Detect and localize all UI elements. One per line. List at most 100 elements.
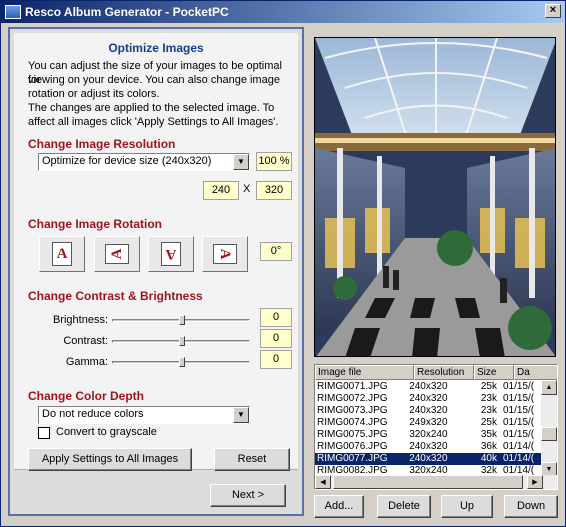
list-cell: RIMG0075.JPG xyxy=(317,429,388,440)
list-cell: 01/15/( xyxy=(503,429,535,440)
list-cell: 240x320 xyxy=(409,405,448,416)
rotate-right-button[interactable]: A xyxy=(202,236,248,272)
scroll-thumb[interactable] xyxy=(541,427,557,441)
up-button[interactable]: Up xyxy=(441,495,493,518)
list-cell: 240x320 xyxy=(409,381,448,392)
list-horizontal-scrollbar[interactable]: ◀ ▶ xyxy=(315,475,557,489)
gamma-slider[interactable] xyxy=(112,357,250,367)
app-window: Resco Album Generator - PocketPC × Optim… xyxy=(0,0,566,527)
width-field[interactable]: 240 xyxy=(203,181,239,200)
list-item[interactable]: RIMG0076.JPG 240x320 36k 01/14/( xyxy=(315,441,543,453)
intro-line: viewing on your device. You can also cha… xyxy=(28,74,280,86)
list-cell: 23k xyxy=(480,405,497,416)
intro-line: rotation or adjust its colors. xyxy=(28,88,160,100)
title-bar[interactable]: Resco Album Generator - PocketPC × xyxy=(1,1,565,23)
mall-photo xyxy=(315,38,555,356)
list-cell: 240x320 xyxy=(409,441,448,452)
contrast-thumb[interactable] xyxy=(179,336,185,346)
down-button[interactable]: Down xyxy=(504,495,558,518)
list-item[interactable]: RIMG0074.JPG 249x320 25k 01/15/( xyxy=(315,417,543,429)
delete-button[interactable]: Delete xyxy=(377,495,431,518)
reset-button[interactable]: Reset xyxy=(214,448,290,471)
gamma-label: Gamma: xyxy=(65,356,108,368)
contrast-title: Change Contrast & Brightness xyxy=(28,289,203,303)
rotate-right-icon: A xyxy=(213,244,237,264)
contrast-slider[interactable] xyxy=(112,336,250,346)
intro-line: The changes are applied to the selected … xyxy=(28,102,275,114)
add-button[interactable]: Add... xyxy=(314,495,364,518)
chevron-down-icon[interactable]: ▼ xyxy=(233,407,249,423)
list-cell: 01/15/( xyxy=(503,417,535,428)
color-depth-value: Do not reduce colors xyxy=(42,408,144,420)
color-depth-title: Change Color Depth xyxy=(28,389,144,403)
image-preview xyxy=(314,37,556,357)
color-depth-select[interactable]: Do not reduce colors ▼ xyxy=(38,406,250,424)
intro-line: affect all images click 'Apply Settings … xyxy=(28,116,279,128)
gamma-value[interactable]: 0 xyxy=(260,350,292,369)
next-button[interactable]: Next > xyxy=(210,484,286,507)
list-cell: 320x240 xyxy=(409,429,448,440)
list-cell: RIMG0072.JPG xyxy=(317,393,388,404)
apply-all-button[interactable]: Apply Settings to All Images xyxy=(28,448,192,471)
list-item[interactable]: RIMG0077.JPG 240x320 40k 01/14/( xyxy=(315,453,543,465)
rotate-left-button[interactable]: A xyxy=(94,236,140,272)
brightness-value[interactable]: 0 xyxy=(260,308,292,327)
contrast-value[interactable]: 0 xyxy=(260,329,292,348)
hscroll-thumb[interactable] xyxy=(333,475,523,489)
rotate-180-icon: A xyxy=(161,242,181,266)
contrast-label: Contrast: xyxy=(63,335,108,347)
gamma-thumb[interactable] xyxy=(179,357,185,367)
list-item[interactable]: RIMG0071.JPG 240x320 25k 01/15/( xyxy=(315,381,543,393)
list-item[interactable]: RIMG0072.JPG 240x320 23k 01/15/( xyxy=(315,393,543,405)
column-header-resolution[interactable]: Resolution xyxy=(414,365,474,380)
resolution-select-value: Optimize for device size (240x320) xyxy=(42,155,212,167)
settings-area: Optimize Images You can adjust the size … xyxy=(14,33,298,471)
brightness-thumb[interactable] xyxy=(179,315,185,325)
resolution-select[interactable]: Optimize for device size (240x320) ▼ xyxy=(38,153,250,171)
brightness-slider[interactable] xyxy=(112,315,250,325)
rotate-none-button[interactable]: A xyxy=(39,236,85,272)
app-icon xyxy=(5,5,21,19)
panel-heading: Optimize Images xyxy=(108,41,204,55)
rotate-180-button[interactable]: A xyxy=(148,236,194,272)
list-cell: RIMG0073.JPG xyxy=(317,405,388,416)
column-header-date[interactable]: Da xyxy=(514,365,557,380)
list-cell: 25k xyxy=(480,381,497,392)
height-field[interactable]: 320 xyxy=(256,181,292,200)
rotate-left-icon: A xyxy=(105,244,129,264)
list-cell: 25k xyxy=(480,417,497,428)
list-cell: 01/15/( xyxy=(503,393,535,404)
list-cell: RIMG0077.JPG xyxy=(317,453,388,464)
column-header-file[interactable]: Image file xyxy=(315,365,414,380)
grayscale-checkbox[interactable] xyxy=(38,427,50,439)
list-cell: RIMG0074.JPG xyxy=(317,417,388,428)
list-cell: RIMG0076.JPG xyxy=(317,441,388,452)
list-cell: 36k xyxy=(480,441,497,452)
close-button[interactable]: × xyxy=(545,4,561,18)
image-file-list[interactable]: Image file Resolution Size Da RIMG0071.J… xyxy=(314,364,558,490)
list-header: Image file Resolution Size Da xyxy=(315,365,557,380)
list-cell: 40k xyxy=(480,453,497,464)
list-cell: RIMG0071.JPG xyxy=(317,381,388,392)
chevron-down-icon[interactable]: ▼ xyxy=(233,154,249,170)
list-cell: 01/14/( xyxy=(503,453,535,464)
scroll-right-icon[interactable]: ▶ xyxy=(527,475,543,489)
optimize-panel: Optimize Images You can adjust the size … xyxy=(8,27,304,516)
list-cell: 01/15/( xyxy=(503,381,535,392)
column-header-size[interactable]: Size xyxy=(474,365,514,380)
list-item[interactable]: RIMG0073.JPG 240x320 23k 01/15/( xyxy=(315,405,543,417)
list-cell: 240x320 xyxy=(409,453,448,464)
resolution-title: Change Image Resolution xyxy=(28,137,176,151)
rotation-angle: 0° xyxy=(260,242,292,261)
rotation-title: Change Image Rotation xyxy=(28,217,163,231)
dimension-separator: X xyxy=(243,183,251,195)
list-item[interactable]: RIMG0075.JPG 320x240 35k 01/15/( xyxy=(315,429,543,441)
list-vertical-scrollbar[interactable]: ▲ ▼ xyxy=(541,380,557,477)
window-title: Resco Album Generator - PocketPC xyxy=(25,5,229,19)
list-cell: 240x320 xyxy=(409,393,448,404)
page-a-icon: A xyxy=(52,242,72,266)
scroll-left-icon[interactable]: ◀ xyxy=(315,475,331,489)
scroll-up-icon[interactable]: ▲ xyxy=(541,380,557,395)
resolution-percent[interactable]: 100 % xyxy=(256,152,292,171)
grayscale-label: Convert to grayscale xyxy=(56,426,157,438)
